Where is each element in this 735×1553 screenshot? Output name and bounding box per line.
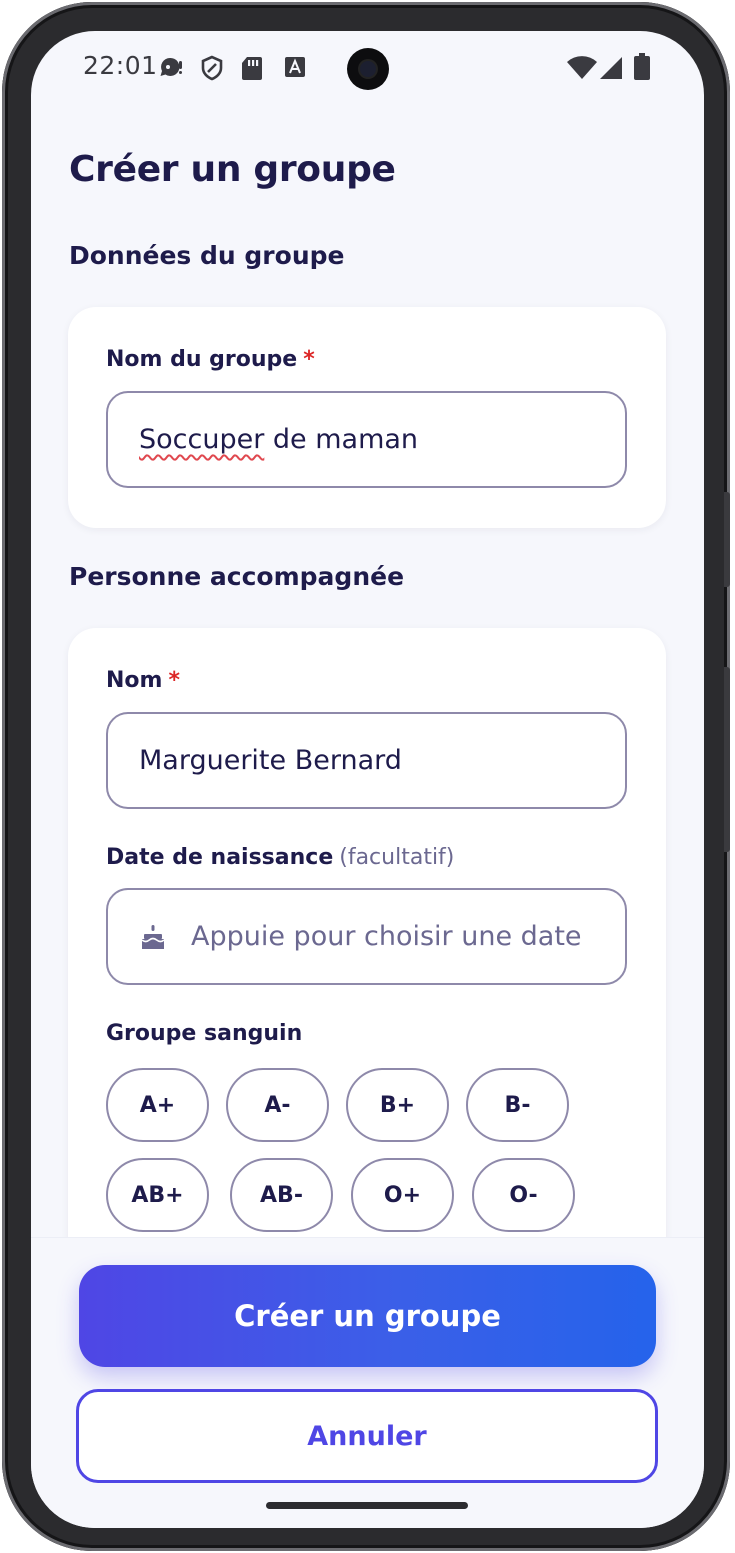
blood-chip-o-pos[interactable]: O+ [351, 1158, 454, 1232]
page-title: Créer un groupe [69, 149, 396, 190]
birthdate-label-text: Date de naissance [106, 845, 334, 870]
person-name-label-text: Nom [106, 668, 163, 693]
volume-button [724, 492, 730, 587]
person-name-label: Nom * [106, 668, 180, 693]
birthdate-input[interactable]: Appuie pour choisir une date [106, 888, 627, 985]
person-card: Nom * Marguerite Bernard Date de naissanc… [68, 628, 666, 1308]
blood-group-label: Groupe sanguin [106, 1021, 303, 1046]
birthdate-label: Date de naissance (facultatif) [106, 845, 454, 870]
sd-card-icon [241, 55, 263, 85]
blood-chip-a-pos[interactable]: A+ [106, 1068, 209, 1142]
cancel-button[interactable]: Annuler [76, 1389, 658, 1483]
group-name-input[interactable]: Soccuper de maman [106, 391, 627, 488]
blood-chip-o-neg[interactable]: O- [472, 1158, 575, 1232]
group-name-value-rest: de maman [264, 424, 419, 455]
misspelled-word: Soccuper [139, 424, 265, 455]
app-screen: 22:01 Créer un groupe Données du groupe … [31, 31, 704, 1528]
blood-chip-a-neg[interactable]: A- [226, 1068, 329, 1142]
power-button [724, 667, 730, 852]
battery-icon [634, 53, 650, 85]
required-asterisk: * [168, 668, 180, 693]
person-name-input[interactable]: Marguerite Bernard [106, 712, 627, 809]
required-asterisk: * [303, 347, 315, 372]
chat-bubble-icon [158, 55, 184, 85]
blood-chip-ab-neg[interactable]: AB- [230, 1158, 333, 1232]
blood-chip-b-pos[interactable]: B+ [346, 1068, 449, 1142]
group-data-card: Nom du groupe * Soccuper de maman [68, 307, 666, 528]
keyboard-a-icon [284, 55, 306, 83]
shield-icon [200, 55, 224, 85]
phone-frame: 22:01 Créer un groupe Données du groupe … [2, 2, 730, 1551]
home-indicator[interactable] [266, 1502, 468, 1509]
blood-chip-ab-pos[interactable]: AB+ [106, 1158, 209, 1232]
wifi-icon [567, 56, 597, 84]
create-group-button[interactable]: Créer un groupe [79, 1265, 656, 1367]
bottom-action-bar: Créer un groupe Annuler [31, 1237, 704, 1528]
front-camera [347, 48, 389, 90]
cake-icon [139, 923, 167, 951]
cell-signal-icon [599, 56, 623, 84]
person-name-value: Marguerite Bernard [139, 745, 402, 776]
group-data-heading: Données du groupe [69, 241, 345, 270]
status-bar: 22:01 [31, 31, 704, 107]
optional-hint: (facultatif) [339, 845, 455, 870]
status-time: 22:01 [83, 51, 158, 80]
group-name-label: Nom du groupe * [106, 347, 315, 372]
blood-chip-b-neg[interactable]: B- [466, 1068, 569, 1142]
person-heading: Personne accompagnée [69, 562, 405, 591]
birthdate-placeholder: Appuie pour choisir une date [191, 921, 582, 952]
group-name-label-text: Nom du groupe [106, 347, 298, 372]
